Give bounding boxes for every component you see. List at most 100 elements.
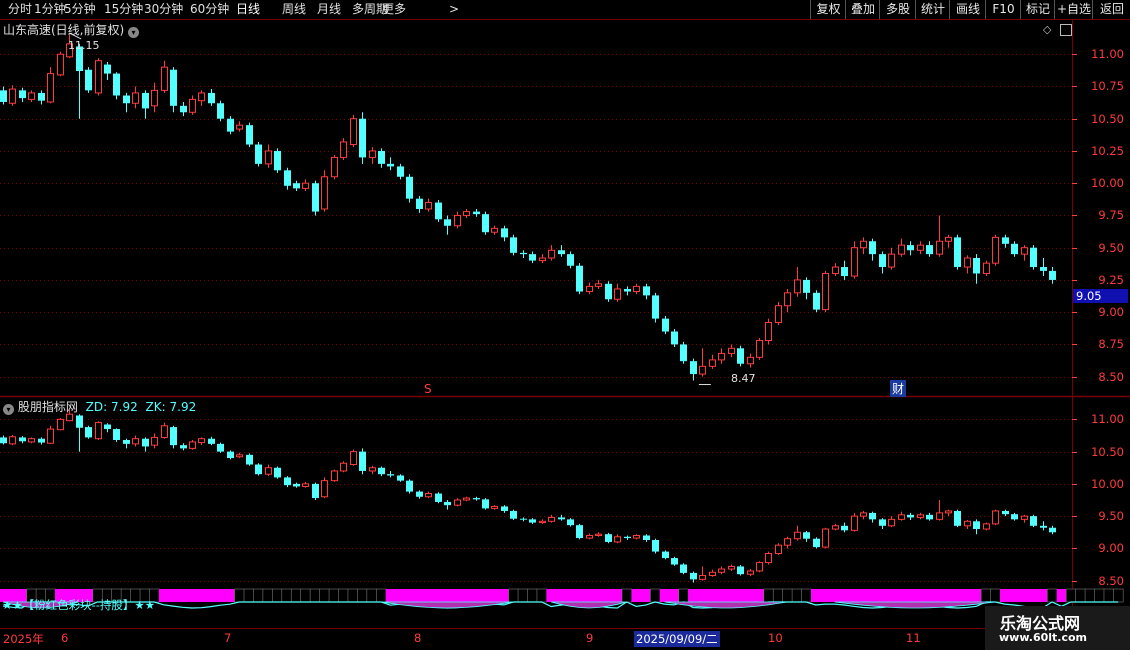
main-candle-up	[784, 292, 791, 307]
main-candle-up	[747, 356, 754, 365]
main-candle-down	[387, 163, 394, 167]
diamond-icon[interactable]: ◇	[1043, 23, 1051, 36]
main-candle-up	[95, 60, 102, 94]
event-finance-marker[interactable]: 财	[890, 380, 907, 397]
sub-candle-down	[217, 443, 224, 452]
strip-block	[546, 589, 557, 602]
chevron-down-icon[interactable]: ▾	[3, 404, 14, 415]
sub-candle-down	[227, 451, 234, 459]
strip-block	[395, 589, 405, 602]
main-candle-up	[454, 214, 461, 227]
strip-block	[716, 589, 727, 602]
sub-candle-up	[302, 483, 309, 487]
main-candle-down	[482, 214, 489, 233]
main-candle-up	[302, 182, 309, 189]
sub-candle-down	[520, 518, 527, 520]
strip-block	[357, 588, 368, 603]
strip-block	[470, 589, 481, 602]
strip-block	[243, 588, 255, 603]
strip-block	[1113, 588, 1124, 603]
main-candle-up	[983, 262, 990, 274]
y-tick-sub-1: 10.50	[1091, 444, 1124, 459]
main-candle-down	[38, 92, 45, 101]
strip-block	[1018, 589, 1029, 602]
strip-block	[414, 589, 424, 602]
sub-candle-down	[359, 451, 366, 471]
sub-candle-up	[747, 570, 754, 575]
chevron-down-icon[interactable]: ▾	[128, 27, 140, 38]
strip-block	[1056, 589, 1067, 602]
main-candle-down	[1049, 270, 1056, 280]
x-label-0: 2025年	[3, 632, 44, 646]
sub-candle-up	[718, 568, 725, 573]
main-candle-down	[605, 283, 612, 300]
strip-block	[319, 588, 330, 603]
strip-block	[206, 589, 216, 602]
sub-candle-up	[1021, 515, 1028, 520]
sub-candle-up	[265, 467, 272, 475]
main-candle-down	[208, 92, 215, 104]
x-label-5: 2025/09/09/二	[634, 631, 720, 647]
main-candle-down	[1011, 243, 1018, 255]
main-candle-down	[567, 254, 574, 266]
main-candle-down	[662, 318, 669, 332]
sub-candle-up	[992, 510, 999, 525]
sub-candle-up	[425, 493, 432, 498]
main-candle-up	[1021, 247, 1028, 255]
strip-legend: ★★【粉红色彩块--持股】★★	[2, 598, 156, 612]
sub-candle-up	[47, 428, 54, 444]
strip-block	[754, 589, 765, 602]
main-candle-down	[869, 241, 876, 255]
sub-candle-up	[236, 454, 243, 458]
main-candle-down	[217, 103, 224, 119]
strip-block	[612, 589, 623, 602]
main-candle-down	[1030, 247, 1037, 268]
zd-value: ZD: 7.92	[85, 400, 138, 414]
main-candle-down	[973, 258, 980, 274]
main-candle-down	[255, 144, 262, 164]
main-candle-down	[652, 295, 659, 319]
sub-candle-up	[728, 565, 735, 570]
sub-candle-up	[369, 467, 376, 472]
main-candle-up	[198, 92, 205, 102]
y-tick-sub-2: 10.00	[1091, 476, 1124, 491]
strip-block	[943, 589, 954, 602]
main-candle-up	[633, 285, 640, 293]
watermark-logo: 乐淘公式网 www.60lt.com	[985, 606, 1130, 650]
maximize-icon[interactable]	[1060, 24, 1072, 36]
strip-block	[565, 589, 576, 602]
sub-candle-up	[794, 531, 801, 540]
sub-candle-up	[454, 499, 461, 506]
y-tick-main-9: 8.75	[1098, 337, 1124, 352]
indicator-title: 股朋指标网	[17, 400, 78, 414]
main-candle-up	[775, 305, 782, 323]
strip-block	[621, 588, 633, 603]
strip-block	[659, 589, 670, 602]
x-label-3: 8	[414, 631, 422, 645]
low-price-label: 8.47	[731, 372, 756, 385]
main-candle-up	[595, 283, 602, 287]
sub-candle-down	[85, 427, 92, 438]
strip-block	[442, 589, 453, 602]
event-s-marker[interactable]: S	[424, 382, 432, 396]
main-candle-up	[794, 279, 801, 294]
sub-candle-up	[851, 515, 858, 531]
strip-block	[584, 589, 594, 602]
strip-block	[338, 588, 349, 603]
main-candle-up	[898, 244, 905, 255]
main-panel-header: 山东高速(日线,前复权) ▾	[3, 21, 140, 38]
main-candle-down	[444, 219, 451, 226]
main-candle-up	[539, 257, 546, 262]
main-candle-down	[1040, 267, 1047, 271]
sub-candle-up	[331, 470, 338, 482]
strip-block	[508, 588, 519, 603]
strip-block	[432, 589, 443, 602]
main-candle-down	[926, 245, 933, 255]
strip-block	[225, 589, 235, 602]
strip-block	[952, 589, 963, 602]
sub-candle-up	[9, 436, 16, 445]
sub-candle-up	[161, 425, 168, 438]
strip-block	[1009, 589, 1020, 602]
strip-block	[527, 588, 538, 603]
main-candle-down	[359, 118, 366, 158]
